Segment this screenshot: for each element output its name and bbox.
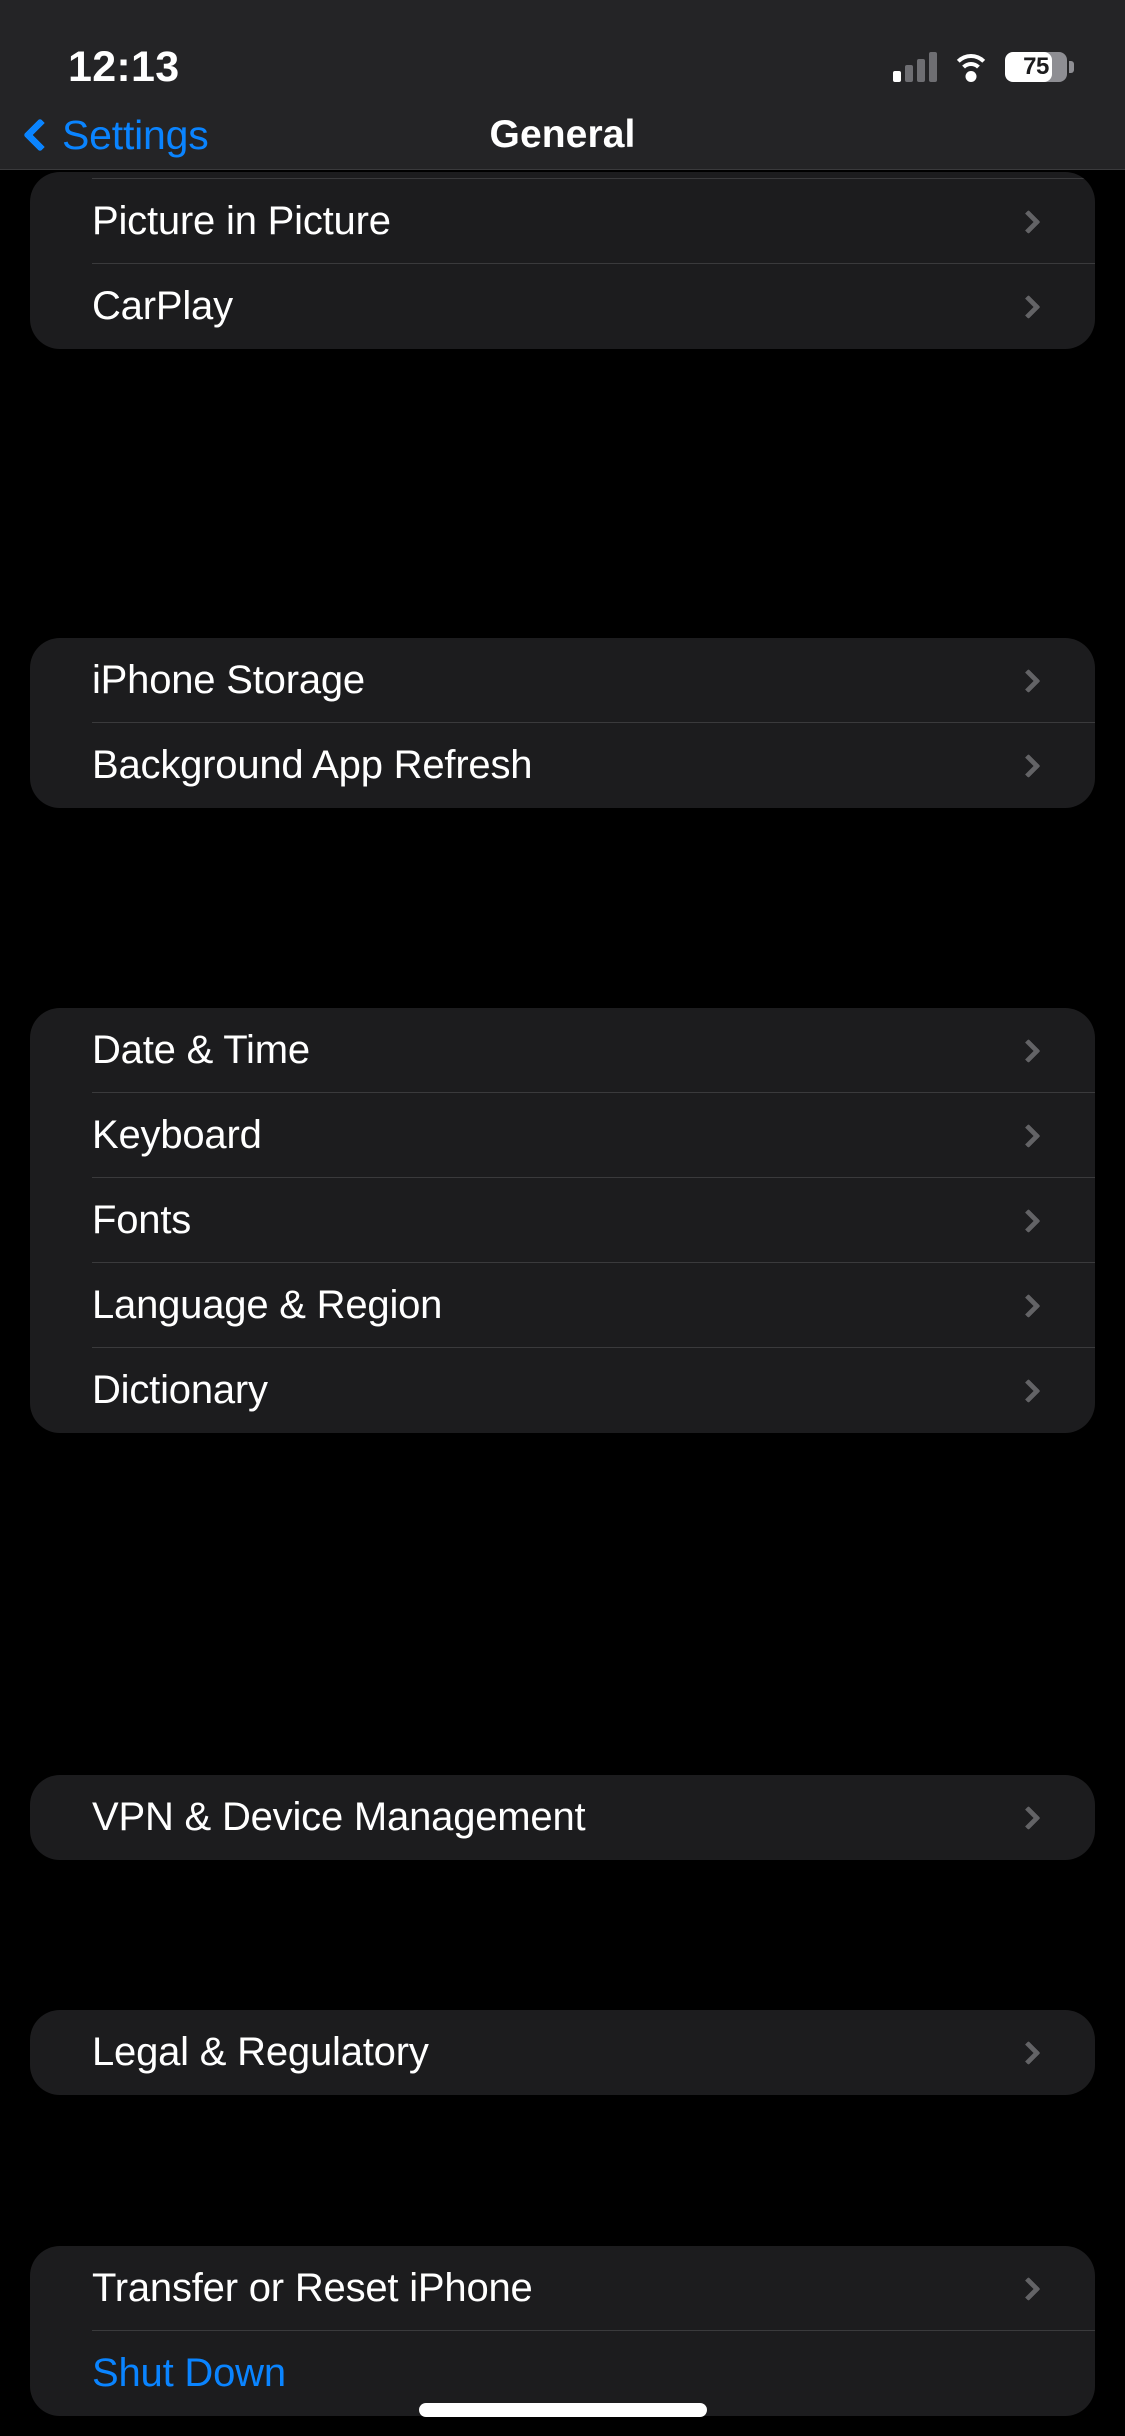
row-label: Keyboard <box>92 1113 262 1157</box>
table-row[interactable]: iPhone Storage <box>30 638 1095 723</box>
settings-group-device-management: VPN & Device Management <box>30 1775 1095 1860</box>
table-row[interactable]: Fonts <box>30 1178 1095 1263</box>
row-label: Background App Refresh <box>92 743 533 787</box>
table-row[interactable]: Date & Time <box>30 1008 1095 1093</box>
table-row[interactable]: Language & Region <box>30 1263 1095 1348</box>
table-row[interactable]: Picture in Picture <box>30 179 1095 264</box>
wifi-icon <box>951 52 991 82</box>
iphone-settings-general-screen: 12:13 75 Settings General Picture in Pic… <box>0 0 1125 2436</box>
table-row[interactable]: Transfer or Reset iPhone <box>30 2246 1095 2331</box>
row-label: Language & Region <box>92 1283 443 1327</box>
row-label: iPhone Storage <box>92 658 365 702</box>
row-label: Picture in Picture <box>92 199 391 243</box>
settings-group-reset: Transfer or Reset iPhone Shut Down <box>30 2246 1095 2416</box>
settings-group-media: Picture in Picture CarPlay <box>30 172 1095 349</box>
battery-icon: 75 <box>1005 52 1074 82</box>
table-row[interactable]: Keyboard <box>30 1093 1095 1178</box>
row-label: Transfer or Reset iPhone <box>92 2266 533 2310</box>
row-label: Fonts <box>92 1198 192 1242</box>
row-label: Legal & Regulatory <box>92 2030 429 2074</box>
navigation-bar: Settings General <box>0 100 1125 170</box>
table-row[interactable]: Legal & Regulatory <box>30 2010 1095 2095</box>
status-bar: 12:13 75 <box>0 0 1125 100</box>
row-label: Shut Down <box>92 2351 286 2395</box>
battery-percent-label: 75 <box>1023 53 1049 80</box>
home-indicator <box>418 2403 707 2417</box>
cellular-signal-icon <box>893 52 937 82</box>
table-row[interactable]: CarPlay <box>30 264 1095 349</box>
table-row-clipped <box>30 172 1095 179</box>
settings-group-legal: Legal & Regulatory <box>30 2010 1095 2095</box>
row-label: VPN & Device Management <box>92 1795 586 1839</box>
row-label: CarPlay <box>92 284 233 328</box>
settings-group-storage: iPhone Storage Background App Refresh <box>30 638 1095 808</box>
row-label: Date & Time <box>92 1028 310 1072</box>
status-bar-clock: 12:13 <box>68 42 180 91</box>
page-title: General <box>489 113 636 156</box>
status-bar-indicators: 75 <box>893 52 1074 82</box>
table-row[interactable]: Background App Refresh <box>30 723 1095 808</box>
settings-list[interactable]: Picture in Picture CarPlay iPhone Storage… <box>0 170 1125 2436</box>
settings-group-localization: Date & Time Keyboard Fonts Language & Regio… <box>30 1008 1095 1433</box>
row-label: Dictionary <box>92 1368 268 1412</box>
table-row[interactable]: Dictionary <box>30 1348 1095 1433</box>
table-row[interactable]: VPN & Device Management <box>30 1775 1095 1860</box>
